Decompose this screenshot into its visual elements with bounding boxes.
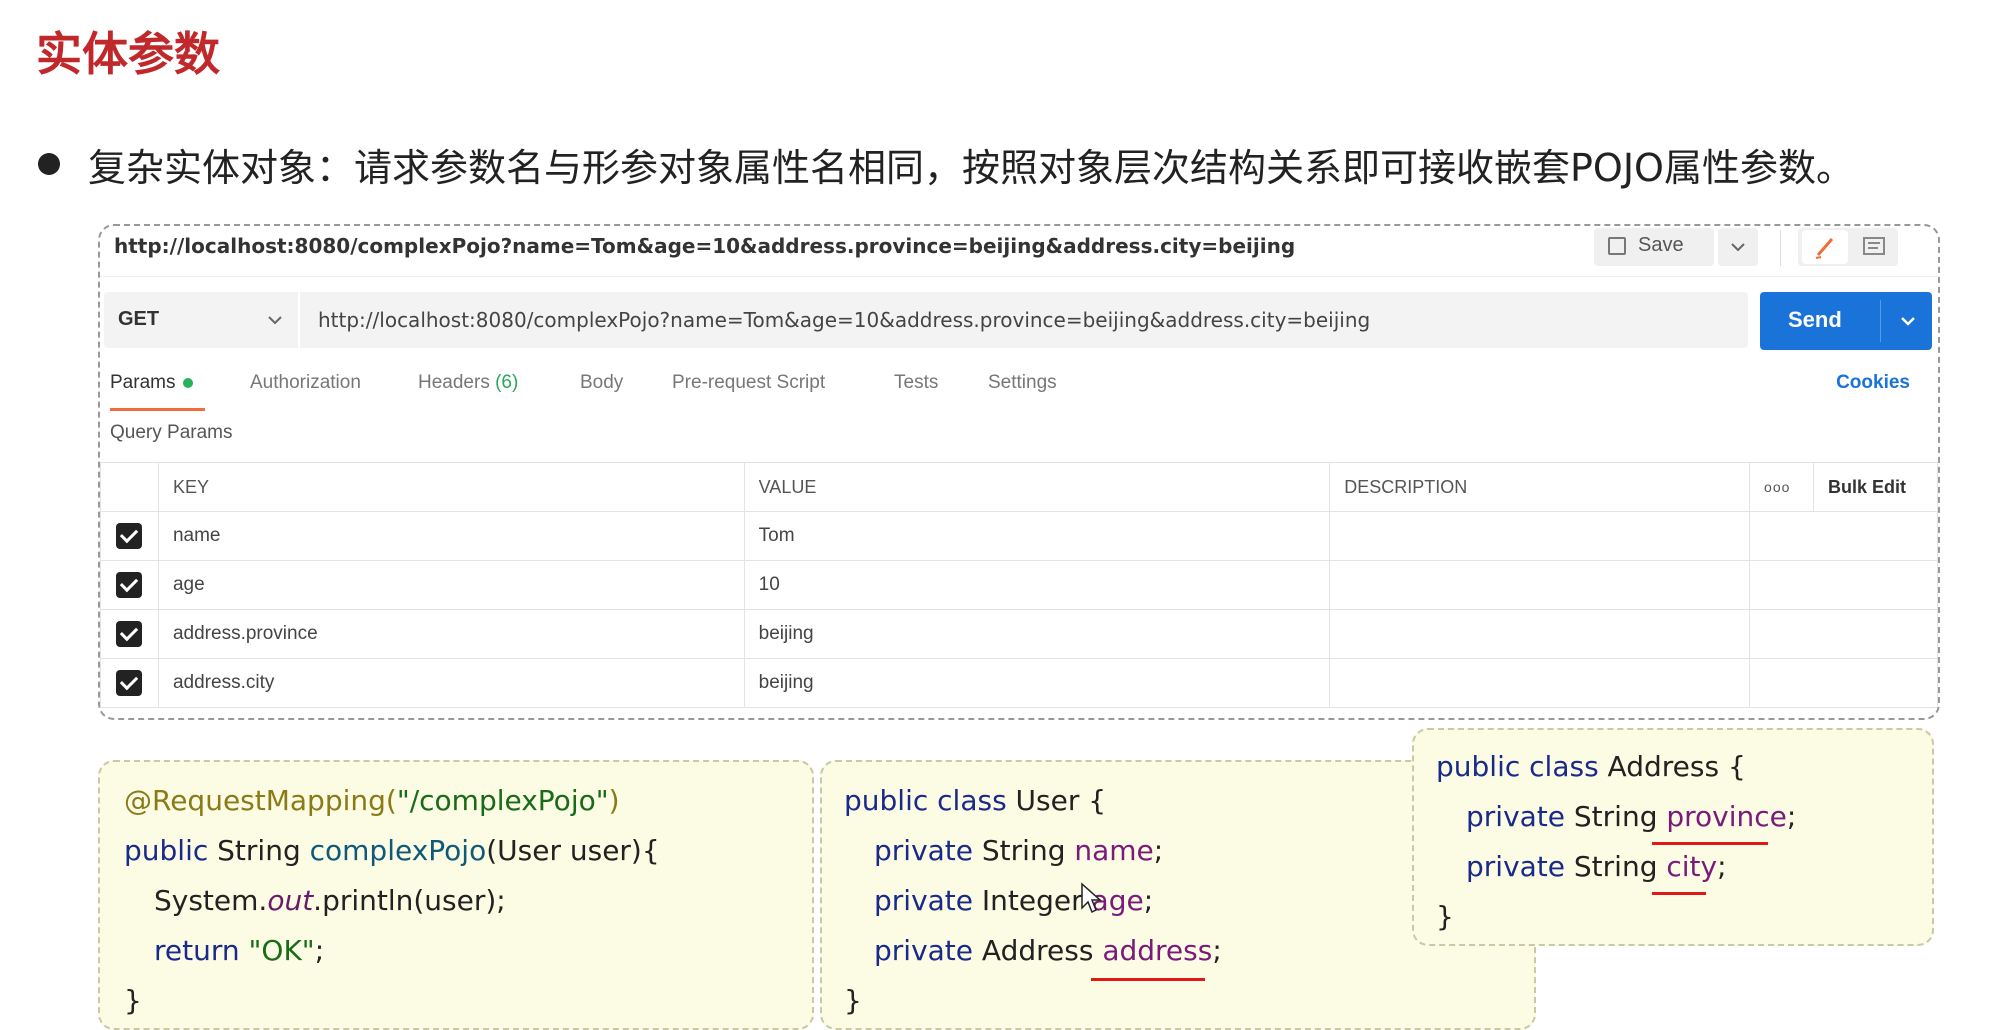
request-tab-bar: http://localhost:8080/complexPojo?name=T… (100, 226, 1938, 277)
cookies-link[interactable]: Cookies (1836, 372, 1910, 394)
save-label: Save (1638, 234, 1684, 256)
city-underline (1652, 892, 1706, 895)
header-value: VALUE (743, 462, 1331, 512)
url-input[interactable] (300, 292, 1748, 348)
comment-icon[interactable] (1856, 230, 1892, 264)
code-line: public class User { (844, 784, 1107, 817)
tab-body[interactable]: Body (580, 372, 623, 394)
table-row: address.city beijing (100, 658, 1938, 708)
tab-tests[interactable]: Tests (894, 372, 938, 394)
chevron-down-icon[interactable] (1890, 306, 1926, 336)
code-line: } (844, 984, 862, 1017)
param-description[interactable] (1329, 658, 1751, 708)
code-line: } (1436, 900, 1454, 933)
param-description[interactable] (1329, 560, 1751, 610)
active-tab-underline (110, 408, 205, 411)
code-line: private String province; (1466, 800, 1797, 833)
toolbar-divider (1780, 230, 1781, 266)
checkbox-checked-icon (116, 670, 143, 696)
slide-title: 实体参数 (36, 27, 220, 81)
save-button[interactable]: Save (1594, 228, 1714, 266)
row-checkbox[interactable] (100, 511, 159, 561)
row-checkbox[interactable] (100, 560, 159, 610)
headers-count: (6) (495, 372, 519, 393)
checkbox-checked-icon (116, 572, 143, 598)
method-label: GET (118, 308, 160, 330)
tab-authorization[interactable]: Authorization (250, 372, 361, 394)
chevron-down-icon (1731, 243, 1745, 252)
tab-params[interactable]: Params (110, 372, 194, 394)
code-line: public class Address { (1436, 750, 1746, 783)
bullet-dot (38, 153, 60, 175)
row-spacer (1749, 560, 1938, 610)
table-row: age 10 (100, 560, 1938, 610)
param-value[interactable]: beijing (743, 658, 1331, 708)
table-row: address.province beijing (100, 609, 1938, 659)
request-tab-title[interactable]: http://localhost:8080/complexPojo?name=T… (114, 234, 1295, 258)
param-key[interactable]: address.city (157, 658, 745, 708)
mouse-cursor-icon (1081, 882, 1102, 914)
param-key[interactable]: age (157, 560, 745, 610)
save-options-button[interactable] (1718, 228, 1758, 266)
tab-settings[interactable]: Settings (988, 372, 1057, 394)
bulk-edit-button[interactable]: Bulk Edit (1813, 462, 1938, 512)
header-description: DESCRIPTION (1329, 462, 1751, 512)
header-check-cell (100, 462, 159, 512)
checkbox-checked-icon (116, 621, 143, 647)
send-separator (1880, 300, 1881, 342)
method-select[interactable]: GET (104, 292, 298, 348)
param-key[interactable]: name (157, 511, 745, 561)
param-description[interactable] (1329, 609, 1751, 659)
more-dots-icon[interactable]: ooo (1749, 462, 1814, 512)
controller-code-card: @RequestMapping("/complexPojo") public S… (98, 760, 814, 1030)
code-line: return "OK"; (154, 934, 325, 967)
bullet-text: 复杂实体对象：请求参数名与形参对象属性名相同，按照对象层次结构关系即可接收嵌套P… (88, 146, 1854, 190)
code-line: private Address address; (874, 934, 1222, 967)
tab-headers[interactable]: Headers (6) (418, 372, 518, 394)
row-checkbox[interactable] (100, 609, 159, 659)
send-button[interactable]: Send (1760, 292, 1932, 350)
save-icon (1608, 237, 1626, 255)
table-header-row: KEY VALUE DESCRIPTION ooo Bulk Edit (100, 462, 1938, 512)
row-spacer (1749, 511, 1938, 561)
query-params-table: KEY VALUE DESCRIPTION ooo Bulk Edit name… (100, 462, 1938, 708)
row-spacer (1749, 658, 1938, 708)
postman-request-panel: http://localhost:8080/complexPojo?name=T… (98, 224, 1940, 720)
request-tabs: Params Authorization Headers (6) Body Pr… (100, 366, 1938, 411)
code-line: public String complexPojo(User user){ (124, 834, 660, 867)
query-params-title: Query Params (110, 422, 233, 443)
row-checkbox[interactable] (100, 658, 159, 708)
param-value[interactable]: 10 (743, 560, 1331, 610)
code-line: private String name; (874, 834, 1164, 867)
param-key[interactable]: address.province (157, 609, 745, 659)
checkbox-checked-icon (116, 523, 143, 549)
send-label: Send (1788, 307, 1842, 332)
header-key: KEY (157, 462, 745, 512)
address-underline (1091, 978, 1205, 981)
param-value[interactable]: Tom (743, 511, 1331, 561)
code-line: } (124, 984, 142, 1017)
params-active-dot (183, 377, 194, 388)
edit-docs-group (1798, 228, 1898, 266)
address-class-code-card: public class Address { private String pr… (1412, 728, 1934, 946)
edit-button[interactable] (1802, 230, 1848, 264)
province-underline (1652, 842, 1768, 845)
code-line: @RequestMapping("/complexPojo") (124, 784, 620, 817)
code-line: private Integer age; (874, 884, 1154, 917)
tab-headers-label: Headers (418, 372, 490, 393)
tab-prerequest-script[interactable]: Pre-request Script (672, 372, 825, 394)
param-value[interactable]: beijing (743, 609, 1331, 659)
code-line: System.out.println(user); (154, 884, 506, 917)
code-line: private String city; (1466, 850, 1727, 883)
pencil-icon (1815, 238, 1834, 259)
table-row: name Tom (100, 511, 1938, 561)
tab-params-label: Params (110, 372, 176, 393)
param-description[interactable] (1329, 511, 1751, 561)
row-spacer (1749, 609, 1938, 659)
chevron-down-icon (268, 316, 282, 325)
